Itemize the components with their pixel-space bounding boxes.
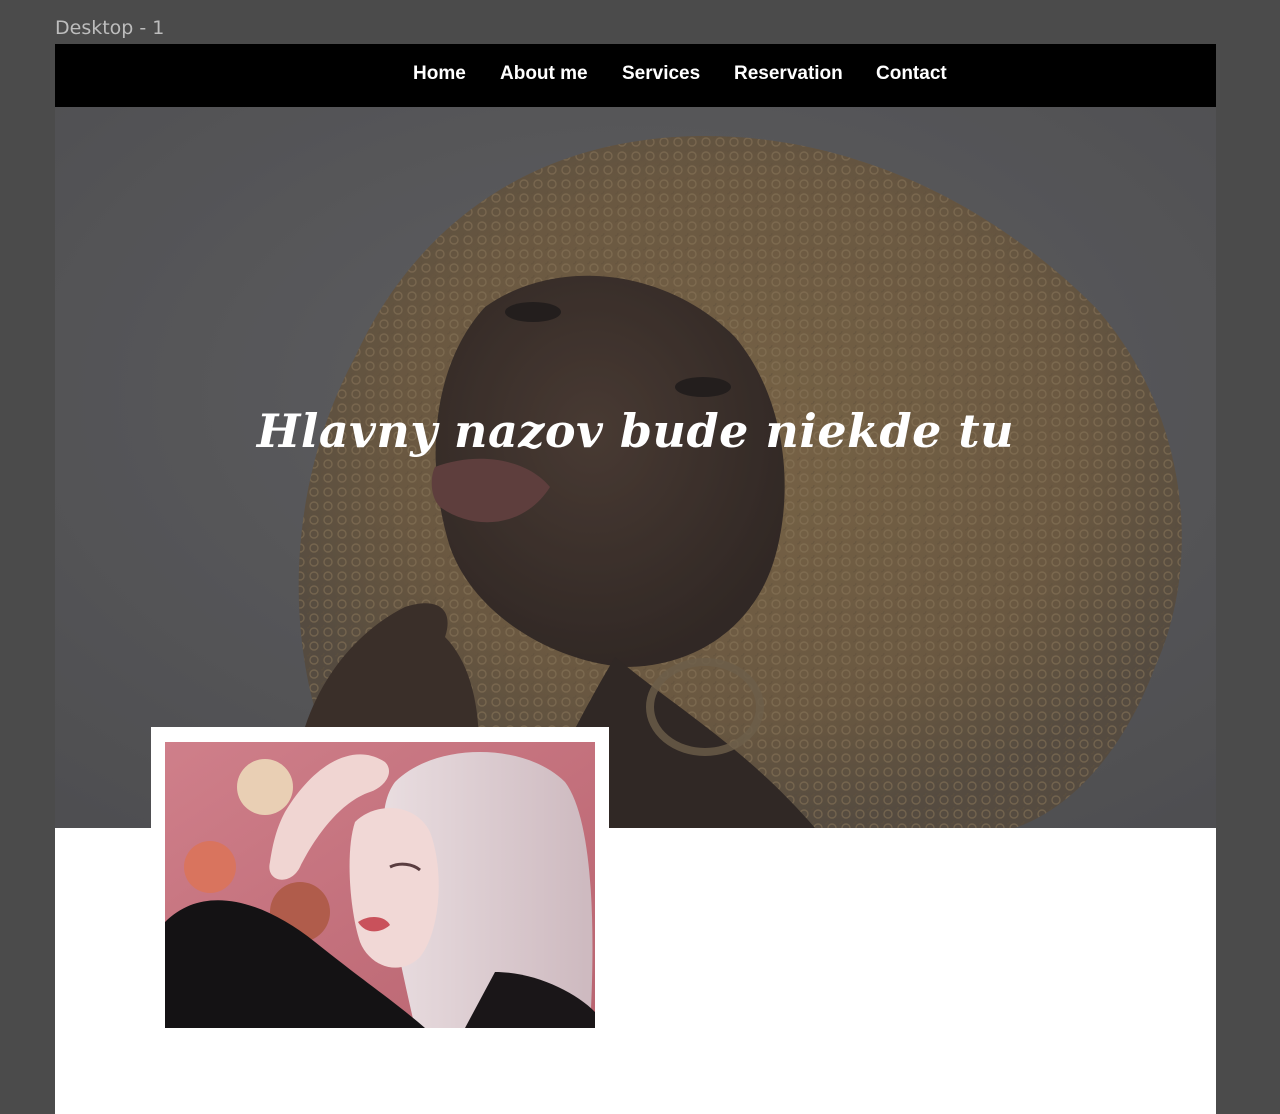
hero-title: Hlavny nazov bude niekde tu (256, 403, 1015, 458)
frame-label: Desktop - 1 (55, 17, 165, 39)
top-navbar: Home About me Services Reservation Conta… (55, 44, 1216, 107)
nav-item-reservation[interactable]: Reservation (734, 63, 843, 85)
hero-portrait-image (55, 107, 1216, 828)
feature-portrait-image (165, 742, 595, 1028)
feature-image-card (151, 727, 609, 1029)
nav-item-contact[interactable]: Contact (876, 63, 947, 85)
nav-item-about-me[interactable]: About me (500, 63, 588, 85)
desktop-frame: Home About me Services Reservation Conta… (55, 44, 1216, 1114)
nav-item-services[interactable]: Services (622, 63, 700, 85)
nav-item-home[interactable]: Home (413, 63, 466, 85)
hero-section: Hlavny nazov bude niekde tu (55, 107, 1216, 828)
